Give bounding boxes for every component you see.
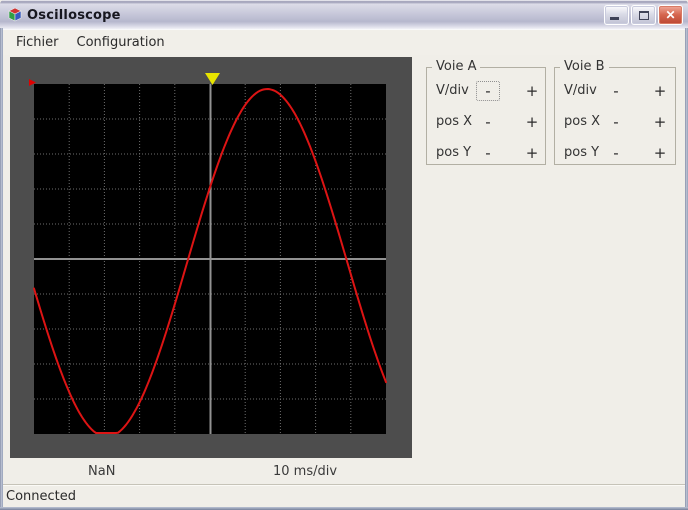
channel-a-title: Voie A (432, 59, 481, 74)
menu-fichier[interactable]: Fichier (7, 32, 68, 53)
app-icon (8, 7, 22, 22)
menu-configuration[interactable]: Configuration (68, 32, 174, 53)
channel-a-posx-minus-button[interactable]: - (476, 112, 500, 132)
channel-b-vdiv-row: V/div - + (555, 81, 675, 101)
status-bar: Connected (3, 484, 685, 507)
scope-panel (10, 57, 412, 458)
connection-status: Connected (6, 488, 77, 504)
menu-bar: Fichier Configuration (3, 30, 685, 55)
channel-a-posx-row: pos X - + (427, 112, 545, 132)
posx-label: pos X (436, 114, 473, 129)
channel-b-vdiv-minus-button[interactable]: - (604, 81, 628, 101)
window-controls: ✕ (604, 5, 683, 25)
minimize-button[interactable] (604, 5, 629, 25)
posy-label: pos Y (436, 145, 472, 160)
channel-a-posy-plus-button[interactable]: + (520, 143, 544, 163)
channel-b-posy-row: pos Y - + (555, 143, 675, 163)
minimize-icon (610, 17, 619, 20)
vdiv-label: V/div (564, 83, 597, 98)
channel-b-vdiv-plus-button[interactable]: + (648, 81, 672, 101)
posx-label: pos X (564, 114, 601, 129)
app-window: Oscilloscope ✕ Fichier Configuration NaN… (0, 0, 688, 510)
close-button[interactable]: ✕ (658, 5, 683, 25)
channel-b-posx-plus-button[interactable]: + (648, 112, 672, 132)
posy-label: pos Y (564, 145, 600, 160)
channel-a-posy-minus-button[interactable]: - (476, 143, 500, 163)
channel-b-posx-row: pos X - + (555, 112, 675, 132)
channel-a-vdiv-minus-button[interactable]: - (476, 81, 500, 101)
channel-b-posx-minus-button[interactable]: - (604, 112, 628, 132)
window-title: Oscilloscope (27, 7, 121, 23)
close-icon: ✕ (665, 8, 676, 22)
title-bar[interactable]: Oscilloscope ✕ (0, 0, 688, 30)
window-border-left (0, 28, 3, 510)
maximize-button[interactable] (631, 5, 656, 25)
measure-label: NaN (88, 464, 116, 479)
channel-a-vdiv-plus-button[interactable]: + (520, 81, 544, 101)
vdiv-label: V/div (436, 83, 469, 98)
channel-b-group: Voie B V/div - + pos X - + pos Y - + (554, 59, 676, 165)
channel-b-posy-minus-button[interactable]: - (604, 143, 628, 163)
scope-svg (29, 73, 387, 434)
channel-a-vdiv-row: V/div - + (427, 81, 545, 101)
channel-a-posx-plus-button[interactable]: + (520, 112, 544, 132)
timebase-label: 10 ms/div (273, 464, 338, 479)
channel-a-group: Voie A V/div - + pos X - + pos Y - + (426, 59, 546, 165)
channel-b-title: Voie B (560, 59, 609, 74)
maximize-icon (639, 11, 649, 20)
channel-a-posy-row: pos Y - + (427, 143, 545, 163)
channel-b-posy-plus-button[interactable]: + (648, 143, 672, 163)
trigger-position-marker-icon[interactable] (205, 73, 220, 85)
